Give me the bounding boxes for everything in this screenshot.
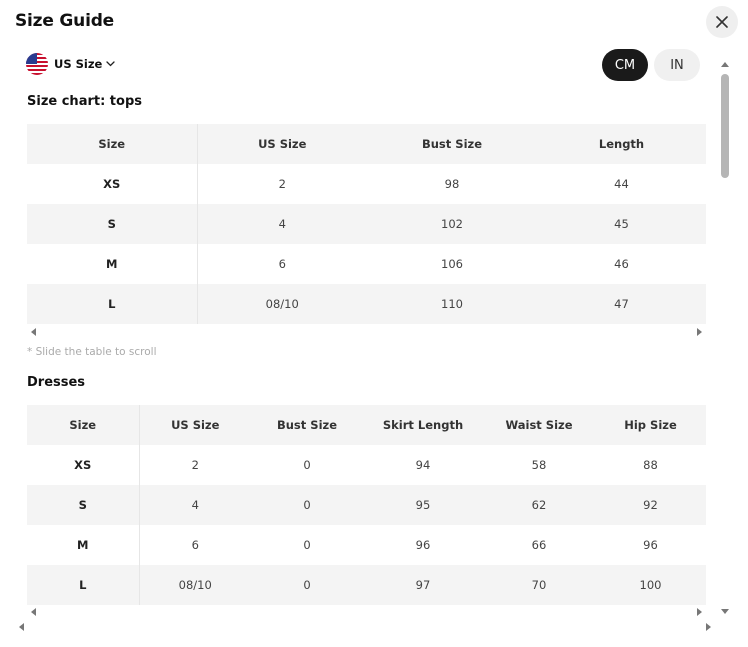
table-cell: 0 bbox=[251, 565, 363, 605]
table-cell: 2 bbox=[191, 458, 199, 472]
table-cell: M bbox=[27, 244, 198, 284]
tops-chart-title: Size chart: tops bbox=[27, 94, 143, 109]
table-row: S 4 102 45 bbox=[27, 204, 706, 244]
region-label: US Size bbox=[54, 57, 103, 71]
unit-in-button[interactable]: IN bbox=[654, 49, 700, 81]
dresses-chart-title: Dresses bbox=[27, 375, 86, 390]
table-header-row: Size US Size Bust Size Length bbox=[27, 124, 706, 164]
region-size-selector[interactable]: US Size bbox=[26, 52, 115, 76]
table-row: XS 2 0 94 58 88 bbox=[27, 445, 706, 485]
column-header: Hip Size bbox=[595, 405, 706, 445]
table-cell: XS bbox=[27, 164, 198, 204]
table-cell: 6 bbox=[278, 257, 286, 271]
modal-vertical-scrollbar[interactable] bbox=[719, 60, 733, 620]
scroll-left-icon[interactable] bbox=[19, 623, 24, 631]
table-cell: 08/10 bbox=[197, 284, 367, 324]
table-row: M 6 0 96 66 96 bbox=[27, 525, 706, 565]
table-cell: 106 bbox=[441, 257, 463, 271]
scroll-hint: * Slide the table to scroll bbox=[27, 346, 157, 358]
table-cell: 96 bbox=[415, 538, 431, 552]
table-cell: S bbox=[27, 204, 198, 244]
column-header: US Size bbox=[197, 124, 367, 164]
scrollbar-thumb[interactable] bbox=[721, 74, 729, 178]
table-cell: 88 bbox=[643, 458, 658, 472]
table-cell: L bbox=[27, 565, 140, 605]
table-cell: 4 bbox=[139, 485, 251, 525]
table-cell: 08/10 bbox=[139, 565, 251, 605]
scroll-left-icon[interactable] bbox=[31, 608, 36, 616]
modal-title: Size Guide bbox=[15, 11, 114, 31]
table-cell: 96 bbox=[643, 538, 658, 552]
table-row: XS 2 98 44 bbox=[27, 164, 706, 204]
column-header: US Size bbox=[139, 405, 251, 445]
table-cell: 110 bbox=[367, 284, 537, 324]
table-cell: 44 bbox=[614, 177, 629, 191]
table-cell: 97 bbox=[363, 565, 483, 605]
table-row: M 6 106 46 bbox=[27, 244, 706, 284]
table-cell: 4 bbox=[197, 204, 367, 244]
column-header: Bust Size bbox=[367, 124, 537, 164]
dresses-horizontal-scrollbar[interactable] bbox=[27, 605, 706, 619]
table-cell: 0 bbox=[251, 485, 363, 525]
unit-cm-button[interactable]: CM bbox=[602, 49, 648, 81]
table-row: L 08/10 110 47 bbox=[27, 284, 706, 324]
table-cell: 46 bbox=[614, 257, 629, 271]
column-header: Skirt Length bbox=[363, 405, 483, 445]
scroll-right-icon[interactable] bbox=[697, 608, 702, 616]
table-cell: S bbox=[27, 485, 140, 525]
table-cell: 62 bbox=[483, 485, 595, 525]
close-button[interactable] bbox=[706, 6, 738, 38]
table-cell: 95 bbox=[363, 485, 483, 525]
table-cell: 100 bbox=[595, 565, 706, 605]
scroll-down-icon[interactable] bbox=[721, 609, 729, 614]
us-flag-icon bbox=[26, 53, 48, 75]
table-cell: XS bbox=[27, 445, 140, 485]
table-cell: 6 bbox=[191, 538, 199, 552]
table-row: S 4 0 95 62 92 bbox=[27, 485, 706, 525]
dresses-size-table: Size US Size Bust Size Skirt Length Wais… bbox=[27, 405, 706, 605]
table-header-row: Size US Size Bust Size Skirt Length Wais… bbox=[27, 405, 706, 445]
tops-horizontal-scrollbar[interactable] bbox=[27, 325, 706, 339]
table-cell: M bbox=[27, 525, 140, 565]
table-cell: 94 bbox=[415, 458, 431, 472]
scroll-up-icon[interactable] bbox=[721, 62, 729, 67]
column-header: Size bbox=[27, 405, 140, 445]
table-cell: 0 bbox=[303, 458, 311, 472]
table-row: L 08/10 0 97 70 100 bbox=[27, 565, 706, 605]
table-cell: 47 bbox=[537, 284, 706, 324]
tops-size-table: Size US Size Bust Size Length XS 2 98 44… bbox=[27, 124, 706, 324]
table-cell: 98 bbox=[444, 177, 460, 191]
table-cell: 66 bbox=[531, 538, 547, 552]
close-icon bbox=[716, 16, 728, 28]
table-cell: 2 bbox=[278, 177, 286, 191]
column-header: Bust Size bbox=[251, 405, 363, 445]
scroll-right-icon[interactable] bbox=[697, 328, 702, 336]
column-header: Length bbox=[537, 124, 706, 164]
column-header: Waist Size bbox=[483, 405, 595, 445]
scroll-left-icon[interactable] bbox=[31, 328, 36, 336]
table-cell: 0 bbox=[303, 538, 311, 552]
table-cell: 45 bbox=[537, 204, 706, 244]
table-cell: 70 bbox=[483, 565, 595, 605]
scroll-right-icon[interactable] bbox=[706, 623, 711, 631]
column-header: Size bbox=[27, 124, 198, 164]
chevron-down-icon bbox=[106, 61, 115, 67]
table-cell: 58 bbox=[531, 458, 547, 472]
table-cell: 102 bbox=[367, 204, 537, 244]
table-cell: L bbox=[27, 284, 198, 324]
table-cell: 92 bbox=[595, 485, 706, 525]
modal-horizontal-scrollbar[interactable] bbox=[15, 620, 715, 634]
